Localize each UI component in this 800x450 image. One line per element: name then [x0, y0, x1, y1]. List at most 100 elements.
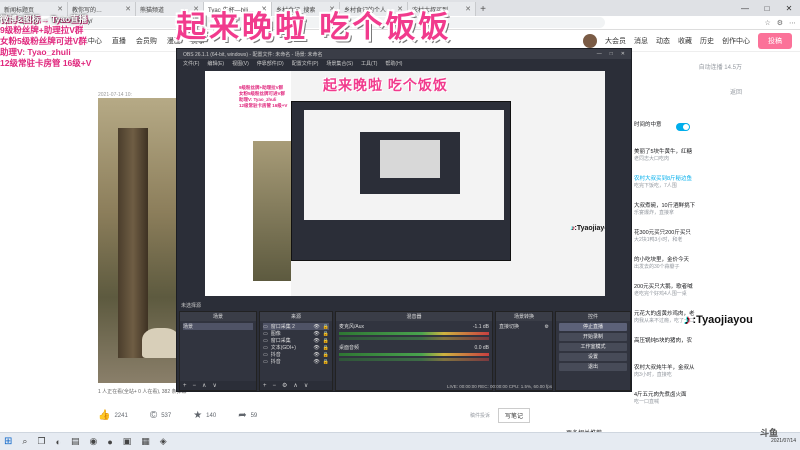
source-item[interactable]: ▭ 抖音 👁 🔒	[263, 358, 329, 366]
obs-control-button[interactable]: 设置	[559, 353, 627, 361]
chevron-up-icon[interactable]: ∧	[202, 382, 206, 389]
report-link[interactable]: 稿件投诉	[470, 412, 490, 419]
edge-icon[interactable]: ◐	[56, 437, 61, 447]
desktop-volume-slider[interactable]	[339, 358, 489, 361]
lock-icon[interactable]: 🔒	[323, 345, 329, 351]
obs-status-bar: LIVE: 00:00:00 REC: 00:00:00 CPU: 1.5%, …	[447, 384, 553, 389]
avatar[interactable]	[583, 33, 597, 48]
header-link[interactable]: 动态	[656, 36, 670, 46]
obs-menu-item[interactable]: 配置文件(P)	[292, 60, 319, 67]
source-item[interactable]: ▭ 图像 👁 🔒	[263, 330, 329, 338]
obs-menu-item[interactable]: 文件(F)	[183, 60, 199, 67]
visibility-eye-icon[interactable]: 👁	[313, 352, 319, 358]
obs-menu-item[interactable]: 场景集合(S)	[326, 60, 353, 67]
chevron-up-icon[interactable]: ∧	[293, 382, 297, 389]
header-link[interactable]: 创作中心	[722, 36, 750, 46]
obs-control-button[interactable]: 工作室模式	[559, 343, 627, 351]
header-link[interactable]: 消息	[634, 36, 648, 46]
sidebar-report-link[interactable]: 返回	[632, 87, 742, 96]
nav-link[interactable]: 会员购	[136, 36, 157, 46]
obs-menu-item[interactable]: 停靠部件(D)	[257, 60, 284, 67]
like-button[interactable]: 👍 2241	[98, 410, 128, 421]
write-note-button[interactable]: 写笔记	[498, 408, 531, 423]
source-item[interactable]: ▭ 文本(GDI+) 👁 🔒	[263, 344, 329, 352]
header-link[interactable]: 历史	[700, 36, 714, 46]
gear-icon[interactable]: ⚙	[282, 382, 287, 389]
obs-menu-item[interactable]: 工具(T)	[361, 60, 377, 67]
windows-start-icon[interactable]: ⊞	[4, 436, 12, 447]
header-link[interactable]: 收藏	[678, 36, 692, 46]
obs-menu-item[interactable]: 编辑(E)	[207, 60, 224, 67]
obs-menu-item[interactable]: 帮助(H)	[385, 60, 402, 67]
add-icon[interactable]: +	[183, 383, 187, 389]
extensions-icon[interactable]: ⚙	[777, 19, 783, 27]
lock-icon[interactable]: 🔒	[323, 331, 329, 337]
source-item[interactable]: ▭ 窗口采集 👁 🔒	[263, 337, 329, 345]
lock-icon[interactable]: 🔒	[323, 352, 329, 358]
visibility-eye-icon[interactable]: 👁	[313, 338, 319, 344]
obs-control-button[interactable]: 退出	[559, 363, 627, 371]
recommend-item[interactable]: 4斤五元肉先煮卤火面 吃一口直喊	[632, 392, 742, 428]
transition-select[interactable]: 直接切换 ⚙	[499, 323, 549, 331]
app-icon[interactable]: ◈	[160, 436, 167, 447]
task-view-icon[interactable]: ❐	[37, 436, 45, 447]
scenes-dock-title: 场景	[180, 312, 256, 321]
transitions-dock: 场景转换 直接切换 ⚙	[495, 311, 553, 391]
taskbar-clock[interactable]: 2021/07/14	[771, 438, 796, 445]
obs-close-button[interactable]: ✕	[621, 51, 625, 57]
lock-icon[interactable]: 🔒	[323, 338, 329, 344]
chevron-down-icon[interactable]: ∨	[304, 382, 308, 389]
minimize-button[interactable]: —	[734, 4, 756, 13]
search-icon[interactable]: ⌕	[22, 436, 27, 447]
share-button[interactable]: ➦ 59	[238, 410, 257, 421]
source-item[interactable]: ▭ 窗口采集 2 👁 🔒	[263, 323, 329, 330]
obs-no-source-label: 未选择源	[181, 303, 202, 309]
coin-button[interactable]: © 537	[150, 410, 171, 421]
header-link[interactable]: 大会员	[605, 36, 626, 46]
folder-icon[interactable]: ▤	[71, 436, 80, 447]
obs-menu-item[interactable]: 视图(V)	[232, 60, 249, 67]
obs-control-button[interactable]: 停止直播	[559, 323, 627, 331]
visibility-eye-icon[interactable]: 👁	[313, 324, 319, 330]
favorite-button[interactable]: ★ 140	[193, 410, 216, 421]
address-icons: ☆ ⚙ ⋯	[764, 19, 796, 27]
tab-close-icon[interactable]: ✕	[465, 5, 471, 13]
visibility-eye-icon[interactable]: 👁	[313, 331, 319, 337]
app-icon[interactable]: ▦	[141, 436, 150, 447]
gear-icon[interactable]: ⚙	[545, 324, 549, 330]
visibility-eye-icon[interactable]: 👁	[313, 359, 319, 365]
autoplay-toggle[interactable]	[676, 123, 690, 131]
obs-control-button[interactable]: 开始录制	[559, 333, 627, 341]
obs-preview[interactable]: 9级粉丝牌+助理拉V群 女粉5级粉丝牌可进V群 助理V: Tyao_zhuli …	[205, 71, 605, 296]
video-player[interactable]	[98, 98, 180, 383]
site-header-right: 大会员 消息 动态 收藏 历史 创作中心 投稿	[583, 32, 792, 49]
lock-icon[interactable]: 🔒	[323, 359, 329, 365]
upload-button[interactable]: 投稿	[758, 32, 792, 49]
obs-minimize-button[interactable]: —	[597, 51, 602, 57]
tab-close-icon[interactable]: ✕	[125, 5, 131, 13]
obs-maximize-button[interactable]: □	[610, 51, 613, 57]
remove-icon[interactable]: −	[193, 383, 197, 389]
chrome-icon[interactable]: ◉	[89, 436, 97, 447]
scene-item[interactable]: 场景	[183, 323, 253, 330]
menu-icon[interactable]: ⋯	[789, 19, 796, 27]
overlay-line: 微博&图标→ Tyao直播	[0, 14, 88, 24]
visibility-eye-icon[interactable]: 👁	[313, 345, 319, 351]
obs-window[interactable]: OBS 26.1.1 (64-bit, windows) - 配置文件: 未命名…	[176, 48, 632, 392]
lock-icon[interactable]: 🔒	[323, 324, 329, 330]
recommend-subtitle: 老吃完个好鸡4人围一桌	[634, 291, 687, 297]
source-item[interactable]: ▭ 抖音 👁 🔒	[263, 351, 329, 359]
app-icon[interactable]: ▣	[123, 436, 132, 447]
chevron-down-icon[interactable]: ∨	[212, 382, 216, 389]
new-tab-button[interactable]: +	[476, 2, 490, 16]
close-window-button[interactable]: ✕	[778, 4, 800, 13]
remove-icon[interactable]: −	[273, 383, 277, 389]
tab-close-icon[interactable]: ✕	[57, 5, 63, 13]
maximize-button[interactable]: □	[756, 4, 778, 13]
obs-icon[interactable]: ●	[107, 437, 112, 447]
mic-volume-slider[interactable]	[339, 337, 489, 340]
recommend-title: 农村大叔买到8斤秘边鱼	[634, 176, 693, 182]
add-icon[interactable]: +	[263, 383, 267, 389]
star-icon[interactable]: ☆	[764, 19, 770, 27]
watch-count: 1 人正在看(全站+ 0 人在看), 382 条弹幕	[98, 389, 187, 395]
